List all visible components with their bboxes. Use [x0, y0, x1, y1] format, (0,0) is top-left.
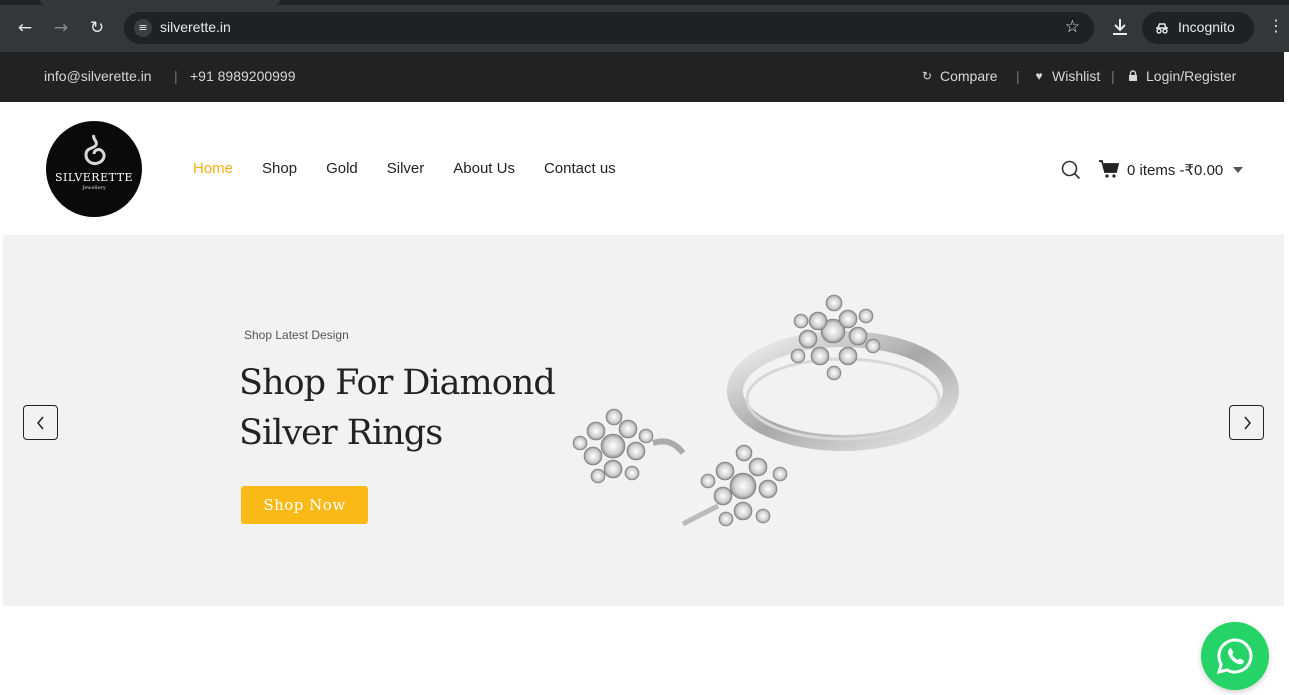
hero-slider: Shop Latest Design Shop For Diamond Silv…: [3, 236, 1284, 606]
active-tab[interactable]: [40, 0, 280, 5]
site-header: SILVERETTE Jewellery Home Shop Gold Silv…: [3, 102, 1284, 236]
address-bar[interactable]: ≡ silverette.in ☆: [124, 12, 1094, 44]
reload-icon[interactable]: ↻: [85, 16, 109, 40]
star-icon[interactable]: ☆: [1065, 17, 1080, 37]
slider-next-button[interactable]: [1229, 405, 1264, 440]
url-text[interactable]: silverette.in: [160, 19, 231, 35]
chevron-right-icon: [1244, 416, 1251, 430]
download-icon[interactable]: [1108, 15, 1132, 39]
contact-email[interactable]: info@silverette.in: [44, 68, 152, 84]
wishlist-link[interactable]: ♥ Wishlist: [1032, 68, 1100, 84]
cart-summary[interactable]: 0 items -₹0.00: [1127, 161, 1223, 179]
wishlist-label: Wishlist: [1052, 68, 1101, 84]
hero-kicker: Shop Latest Design: [244, 328, 349, 342]
nav-item-home[interactable]: Home: [193, 160, 233, 177]
logo-subtitle: Jewellery: [82, 185, 106, 191]
whatsapp-icon: [1216, 638, 1253, 675]
separator: |: [1111, 68, 1115, 84]
compare-label: Compare: [940, 68, 998, 84]
nav-item-shop[interactable]: Shop: [262, 160, 297, 177]
page-edge: [1284, 52, 1289, 695]
contact-phone[interactable]: +91 8989200999: [190, 68, 296, 84]
compare-link[interactable]: ↻ Compare: [920, 68, 998, 84]
whatsapp-button[interactable]: [1201, 622, 1269, 690]
logo-text: SILVERETTE: [54, 171, 134, 184]
chevron-down-icon[interactable]: [1233, 167, 1243, 173]
top-info-bar: info@silverette.in | +91 8989200999 ↻ Co…: [0, 52, 1284, 102]
search-icon[interactable]: [1061, 160, 1081, 180]
compare-icon: ↻: [921, 69, 933, 83]
slider-prev-button[interactable]: [23, 405, 58, 440]
shop-now-button[interactable]: Shop Now: [241, 486, 368, 524]
login-label: Login/Register: [1146, 68, 1237, 84]
forward-icon[interactable]: →: [49, 16, 73, 40]
incognito-indicator[interactable]: Incognito: [1142, 12, 1254, 44]
incognito-label: Incognito: [1178, 19, 1235, 35]
site-info-icon[interactable]: ≡: [134, 19, 152, 37]
separator: |: [1016, 68, 1020, 84]
separator: |: [174, 68, 178, 84]
chevron-left-icon: [37, 416, 44, 430]
browser-toolbar: ← → ↻ ≡ silverette.in ☆ Incognito ⋮: [0, 0, 1289, 52]
nav-item-silver[interactable]: Silver: [387, 160, 425, 177]
heart-icon: ♥: [1035, 69, 1043, 83]
lock-icon: [1129, 70, 1137, 81]
menu-icon[interactable]: ⋮: [1268, 16, 1284, 35]
back-icon[interactable]: ←: [13, 16, 37, 40]
hero-jewellery-image: [572, 294, 959, 527]
nav-item-gold[interactable]: Gold: [326, 160, 358, 177]
site-logo[interactable]: SILVERETTE Jewellery: [46, 121, 142, 217]
hero-title: Shop For Diamond Silver Rings: [239, 363, 556, 453]
nav-item-contact[interactable]: Contact us: [544, 160, 616, 177]
logo-mark: [84, 134, 106, 165]
main-nav: Home Shop Gold Silver About Us Contact u…: [193, 160, 645, 177]
cart-icon[interactable]: [1099, 160, 1119, 178]
nav-item-about[interactable]: About Us: [453, 160, 515, 177]
login-link[interactable]: Login/Register: [1126, 68, 1236, 84]
incognito-icon: [1156, 23, 1168, 34]
